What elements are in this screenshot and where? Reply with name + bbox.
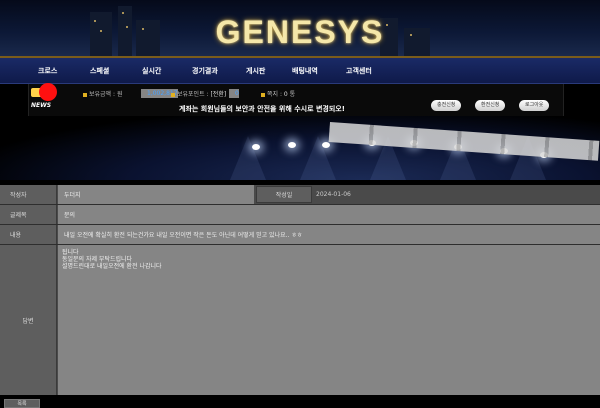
nav-item-cross[interactable]: 크로스 [38, 66, 57, 76]
main-nav: 크로스 스페셜 실시간 경기결과 게시판 배팅내역 고객센터 [0, 58, 600, 84]
note-icon [261, 92, 265, 97]
content-value: 내일 오전에 확실히 환전 되는건가요 내일 오전이면 작은 돈도 아닌데 어떻… [58, 225, 600, 244]
point-convert-link[interactable]: [전환] [210, 91, 226, 98]
deposit-request-button[interactable]: 충전신청 [431, 100, 462, 111]
list-button[interactable]: 목록 [4, 399, 40, 408]
spotlight [252, 144, 260, 150]
spotlight [322, 142, 330, 148]
post-view-table: 작성자 두더지 작성일 2024-01-06 글제목 문의 내용 내일 오전에 … [0, 185, 600, 395]
money-info: 보유금액 : 1,002,817 원 [83, 89, 178, 98]
author-row: 작성자 두더지 작성일 2024-01-06 [0, 185, 600, 205]
reply-label: 답변 [0, 245, 57, 395]
nav-item-special[interactable]: 스페셜 [90, 66, 109, 76]
author-value: 두더지 [58, 185, 254, 204]
reply-line: 설명드린대로 내일오전에 환전 나갑니다 [62, 263, 162, 270]
date-value: 2024-01-06 [316, 191, 351, 198]
nav-item-board[interactable]: 게시판 [246, 66, 265, 76]
subject-value: 문의 [58, 205, 600, 224]
point-value: 0 [229, 89, 239, 98]
point-info: 보유포인트 : 0 [전환] [171, 89, 239, 98]
content-row: 내용 내일 오전에 확실히 환전 되는건가요 내일 오전이면 작은 돈도 아닌데… [0, 225, 600, 245]
date-label: 작성일 [256, 186, 312, 203]
withdraw-request-button[interactable]: 환전신청 [475, 100, 506, 111]
light-beam [230, 136, 266, 180]
user-info-bar: 보유금액 : 1,002,817 원 보유포인트 : 0 [전환] 쪽지 : 0 … [28, 83, 564, 116]
news-label: NEWS [31, 102, 52, 109]
site-logo[interactable]: GENESYS [0, 14, 600, 51]
content-label: 내용 [0, 225, 57, 244]
money-icon [83, 92, 87, 97]
nav-item-bet-history[interactable]: 배팅내역 [292, 66, 318, 76]
note-count: 0 [283, 91, 288, 98]
nav-item-results[interactable]: 경기결과 [192, 66, 218, 76]
spotlight [288, 142, 296, 148]
header-banner: GENESYS [0, 0, 600, 58]
reply-line: 됩니다 [62, 249, 79, 256]
note-info[interactable]: 쪽지 : 0 통 [261, 89, 295, 98]
point-icon [171, 92, 175, 97]
author-label: 작성자 [0, 185, 57, 204]
nav-item-live[interactable]: 실시간 [142, 66, 161, 76]
subject-label: 글제목 [0, 205, 57, 224]
reply-row: 답변 됩니다 동일문의 자제 부탁드립니다 설명드린대로 내일오전에 환전 나갑… [0, 245, 600, 395]
logout-button[interactable]: 로그아웃 [519, 100, 550, 111]
light-beam [300, 136, 336, 180]
reply-line: 동일문의 자제 부탁드립니다 [62, 256, 133, 263]
subject-row: 글제목 문의 [0, 205, 600, 225]
reply-body: 됩니다 동일문의 자제 부탁드립니다 설명드린대로 내일오전에 환전 나갑니다 [58, 245, 600, 395]
redaction-dot [39, 83, 57, 101]
nav-item-support[interactable]: 고객센터 [346, 66, 372, 76]
news-ticker: 계좌는 회원님들의 보안과 안전을 위해 수시로 변경되오! [179, 105, 345, 113]
